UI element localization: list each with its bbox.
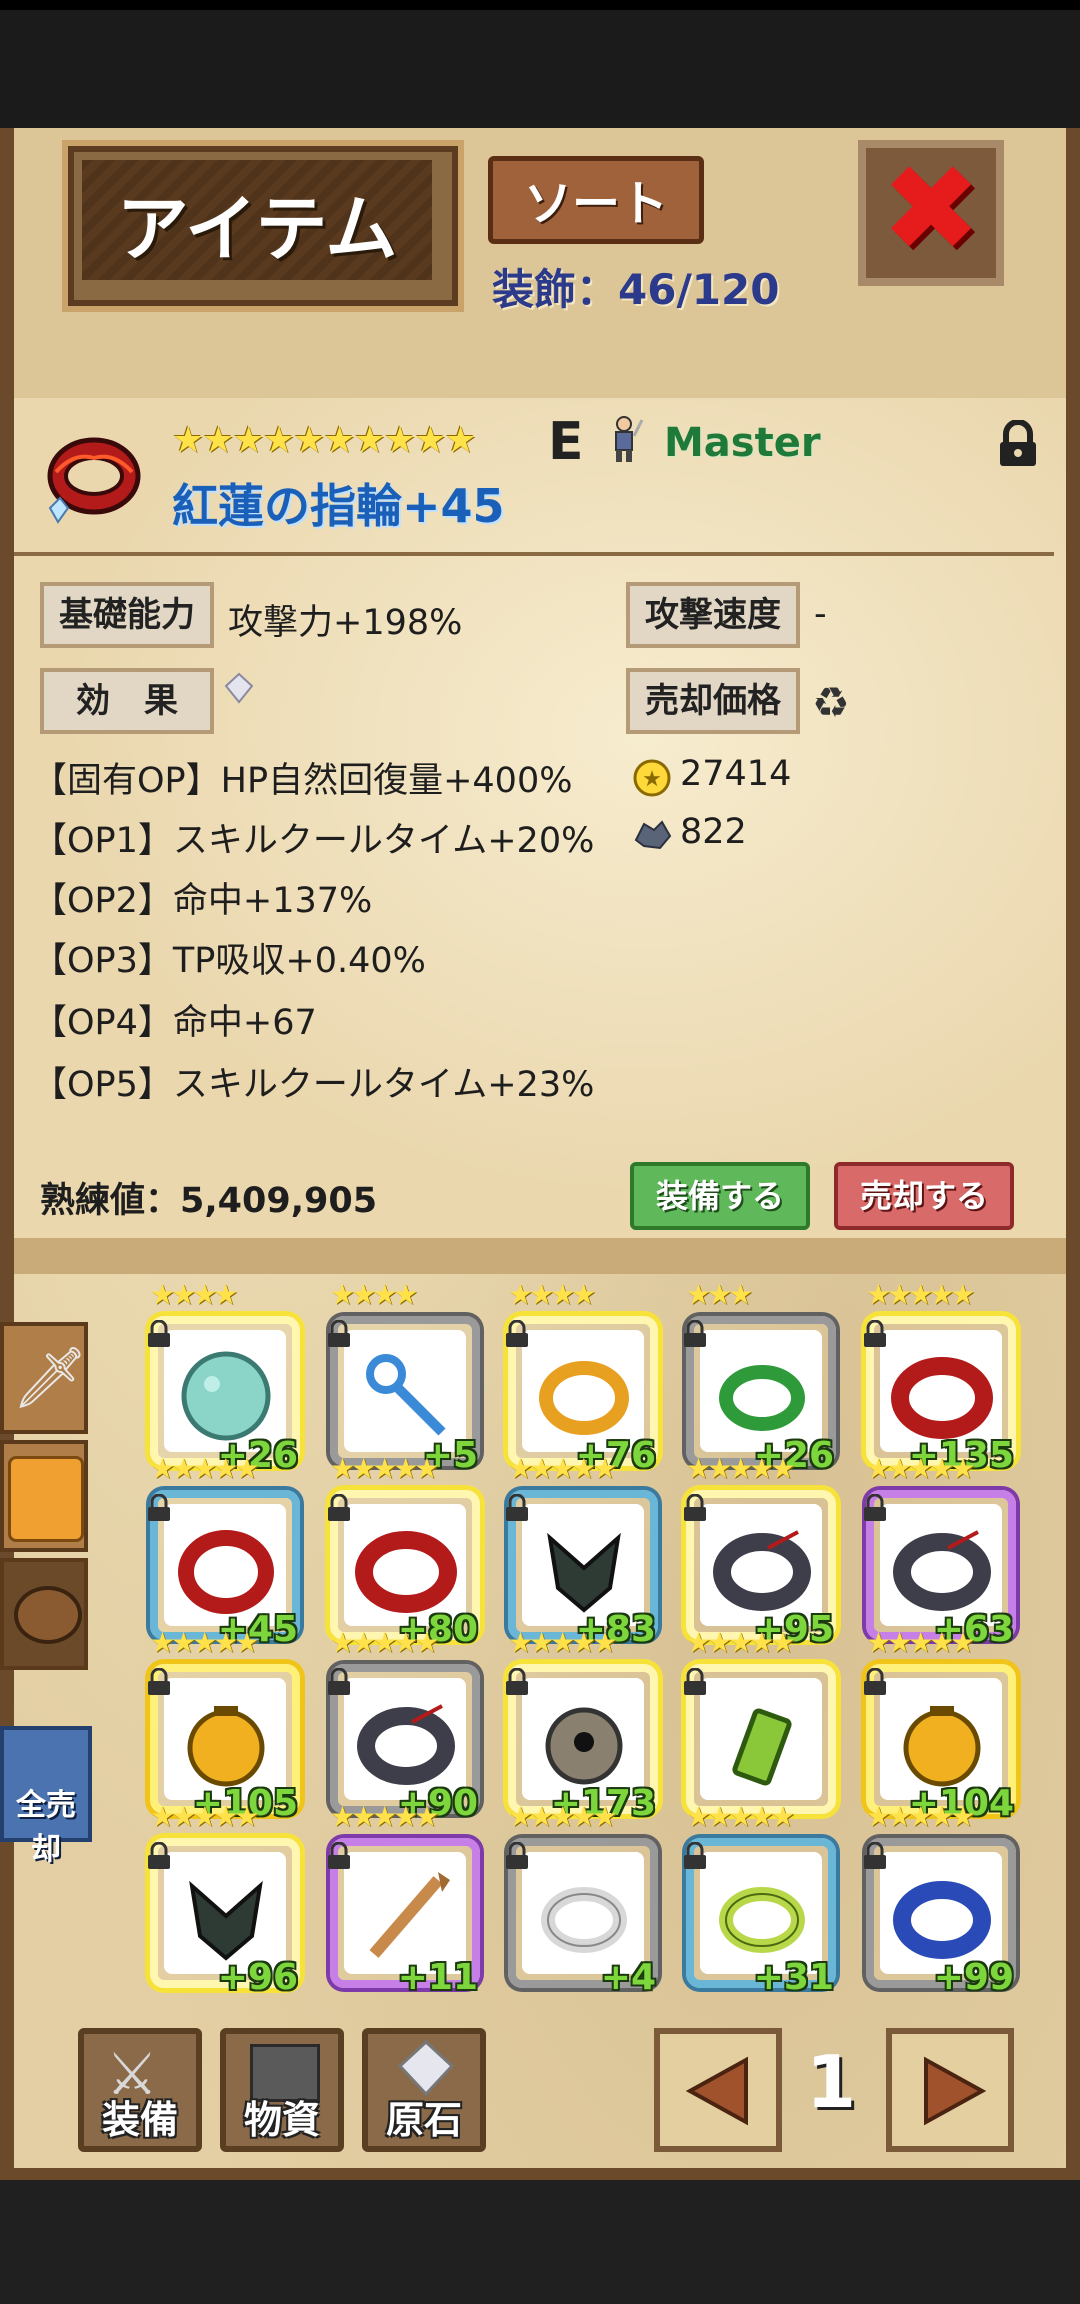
item-name: 紅蓮の指輪+45 xyxy=(172,479,505,533)
crystal-icon xyxy=(224,672,254,704)
close-button[interactable]: ✖ xyxy=(858,140,1004,286)
master-character-icon xyxy=(615,416,644,462)
rarity-stars: ★★★★★★★★★★ xyxy=(172,420,477,461)
effect-line: 【OP4】命中+67 xyxy=(32,1003,317,1043)
page-title: アイテム xyxy=(116,187,398,271)
close-icon: ✖ xyxy=(880,140,982,279)
armor-icon xyxy=(8,1456,84,1542)
tab-ore-label: 原石 xyxy=(385,2098,462,2142)
tab-materials-label: 物資 xyxy=(243,2098,320,2142)
crystal-icon xyxy=(397,2040,455,2096)
effect-line: 【OP2】命中+137% xyxy=(32,881,373,921)
equipment-count: 装飾：46/120 xyxy=(492,265,780,314)
tab-armor[interactable] xyxy=(0,1440,88,1552)
sell-price-label: 売却価格 xyxy=(626,668,800,734)
effect-line: 【OP1】スキルクールタイム+20% xyxy=(32,821,595,861)
price-gold: 27414 xyxy=(680,754,792,794)
owner-label: Master xyxy=(664,420,821,466)
top-edge xyxy=(0,0,1080,10)
prev-page-button[interactable] xyxy=(654,2028,782,2152)
sell-all-button[interactable]: 全売却 xyxy=(0,1726,92,1867)
tab-materials[interactable]: 物資 xyxy=(220,2028,344,2152)
tab-weapon[interactable]: 🗡 xyxy=(0,1322,88,1434)
svg-text:★: ★ xyxy=(642,767,662,792)
next-page-button[interactable] xyxy=(886,2028,1014,2152)
attack-speed-value: - xyxy=(814,594,827,634)
arrow-right-icon xyxy=(924,2056,986,2126)
tab-equip-label: 装備 xyxy=(101,2098,178,2142)
ore-icon xyxy=(634,820,672,850)
attack-speed-label: 攻撃速度 xyxy=(626,582,800,648)
tab-ore[interactable]: 原石 xyxy=(362,2028,486,2152)
effect-line: 【OP5】スキルクールタイム+23% xyxy=(32,1065,595,1105)
sell-button[interactable]: 売却する xyxy=(834,1162,1014,1230)
base-stats-value: 攻撃力+198% xyxy=(228,603,463,643)
effect-line: 【OP3】TP吸収+0.40% xyxy=(32,941,426,981)
effect-line: 【固有OP】HP自然回復量+400% xyxy=(32,761,573,801)
panel-divider xyxy=(14,1238,1066,1274)
price-ore: 822 xyxy=(680,812,747,852)
recycle-icon: ♻ xyxy=(812,678,850,727)
base-stats-label: 基礎能力 xyxy=(40,582,214,648)
ring-tab-icon xyxy=(14,1586,82,1644)
grade-letter: E xyxy=(548,412,584,472)
gold-coin-icon: ★ xyxy=(633,759,671,797)
bottom-edge xyxy=(0,2180,1080,2304)
divider xyxy=(14,552,1054,556)
crimson-ring-icon xyxy=(47,437,141,524)
arrow-left-icon xyxy=(686,2056,748,2126)
page-number: 1 xyxy=(806,2040,857,2124)
tab-equip[interactable]: ⚔ 装備 xyxy=(78,2028,202,2152)
lock-icon[interactable] xyxy=(996,420,1040,468)
sword-icon: 🗡 xyxy=(12,1343,89,1413)
sort-button[interactable]: ソート xyxy=(488,156,704,244)
mastery-value: 熟練値：5,409,905 xyxy=(40,1181,378,1221)
tab-accessory[interactable] xyxy=(0,1558,88,1670)
equip-button[interactable]: 装備する xyxy=(630,1162,810,1230)
effect-label: 効 果 xyxy=(40,668,214,734)
